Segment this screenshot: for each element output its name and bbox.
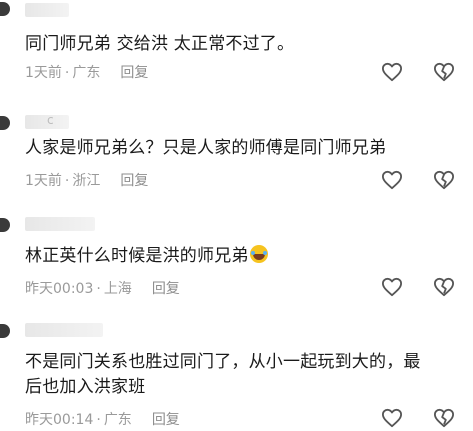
comment-time: 1天前 [25, 65, 62, 81]
comment-meta: 1天前 · 浙江 回复 [25, 170, 148, 190]
comment-text-line: 后也加入洪家班 [25, 377, 146, 397]
broken-heart-icon[interactable] [433, 408, 455, 428]
avatar[interactable] [0, 324, 10, 338]
comment-item: 不是同门关系也胜过同门了，从小一起玩到大的，最 后也加入洪家班 昨天00:14 ·… [0, 318, 473, 431]
comment-location: 浙江 [72, 173, 101, 189]
avatar[interactable] [0, 218, 10, 232]
comment-time: 1天前 [25, 173, 62, 189]
username[interactable] [25, 323, 103, 337]
comment-meta: 昨天00:14 · 广东 回复 [25, 409, 180, 429]
comment-location: 广东 [72, 65, 101, 81]
heart-icon[interactable] [381, 408, 403, 428]
meta-separator: · [64, 173, 70, 189]
comment-meta: 昨天00:03 · 上海 回复 [25, 278, 180, 298]
username-text: c [47, 113, 54, 127]
reply-button[interactable]: 回复 [120, 62, 148, 82]
username[interactable]: c [25, 113, 69, 129]
comment-time: 昨天00:14 [25, 412, 94, 428]
comment-location: 上海 [103, 281, 132, 297]
comment-text: 同门师兄弟 交给洪 太正常不过了。 [25, 34, 295, 54]
reply-button[interactable]: 回复 [152, 278, 180, 298]
comment-text-line: 不是同门关系也胜过同门了，从小一起玩到大的，最 [25, 352, 421, 372]
avatar[interactable] [0, 116, 10, 130]
heart-icon[interactable] [381, 277, 403, 297]
comment-item: c 人家是师兄弟么？只是人家的师傅是同门师兄弟 1天前 · 浙江 回复 [0, 108, 473, 208]
reply-button[interactable]: 回复 [120, 170, 148, 190]
comment-meta: 1天前 · 广东 回复 [25, 62, 148, 82]
broken-heart-icon[interactable] [433, 170, 455, 190]
comment-text: 林正英什么时候是洪的师兄弟 [25, 244, 465, 269]
laughing-with-tears-emoji-icon [249, 245, 268, 263]
heart-icon[interactable] [381, 62, 403, 82]
meta-separator: · [64, 65, 70, 81]
comment-item: 同门师兄弟 交给洪 太正常不过了。 1天前 · 广东 回复 [0, 0, 473, 100]
comment-location: 广东 [103, 412, 132, 428]
broken-heart-icon[interactable] [433, 62, 455, 82]
heart-icon[interactable] [381, 170, 403, 190]
comment-text: 不是同门关系也胜过同门了，从小一起玩到大的，最 后也加入洪家班 [25, 350, 465, 400]
meta-separator: · [96, 412, 101, 428]
meta-separator: · [96, 281, 101, 297]
comment-text: 人家是师兄弟么？只是人家的师傅是同门师兄弟 [25, 138, 387, 158]
comment-time: 昨天00:03 [25, 281, 94, 297]
comment-list: 同门师兄弟 交给洪 太正常不过了。 1天前 · 广东 回复 c 人家是师兄弟么？只是人… [0, 0, 473, 431]
comment-text-content: 林正英什么时候是洪的师兄弟 [25, 246, 249, 266]
broken-heart-icon[interactable] [433, 277, 455, 297]
username[interactable] [25, 217, 95, 231]
username[interactable] [25, 3, 69, 17]
reply-button[interactable]: 回复 [152, 409, 180, 429]
comment-item: 林正英什么时候是洪的师兄弟 昨天00:03 · 上海 回复 [0, 210, 473, 310]
avatar[interactable] [0, 2, 10, 16]
